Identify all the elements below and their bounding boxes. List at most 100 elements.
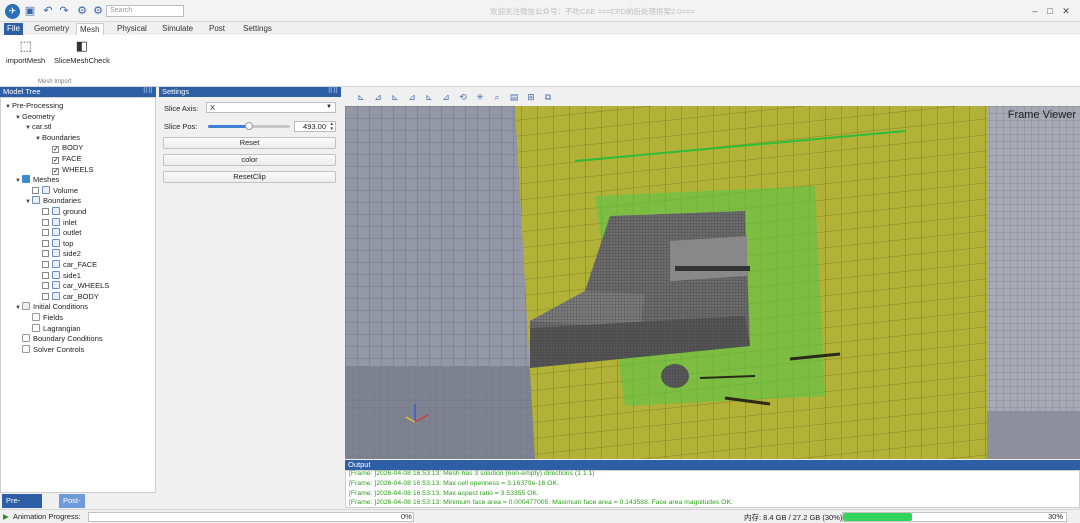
tree-item-pre-processing[interactable]: ▼Pre-Processing (5, 101, 63, 111)
settings-gear-icon[interactable]: ⚙ (75, 4, 89, 18)
view-plus-z-icon[interactable]: ⊾ (423, 91, 435, 103)
menu-geometry[interactable]: Geometry (31, 23, 72, 35)
tree-item-boundaries[interactable]: ▼Boundaries (25, 196, 81, 206)
menu-simulate[interactable]: Simulate (159, 23, 196, 35)
tools-gear-icon[interactable]: ⚙ (91, 4, 105, 18)
tree-item-outlet[interactable]: outlet (35, 228, 81, 238)
viewer-canvas[interactable] (345, 106, 1080, 459)
tree-item-volume[interactable]: Volume (25, 185, 78, 196)
view-plus-y-icon[interactable]: ⊾ (389, 91, 401, 103)
patch-icon (52, 291, 60, 300)
view-minus-z-icon[interactable]: ⊿ (440, 91, 452, 103)
redo-icon[interactable]: ↷ (57, 4, 71, 18)
maximize-icon[interactable]: □ (1043, 4, 1057, 18)
panel-grip-icon[interactable]: ⠿⠿ (143, 87, 153, 97)
spin-arrows-icon[interactable]: ▲ ▼ (330, 121, 334, 131)
tree-item-label: car_FACE (63, 260, 98, 269)
tree-item-side1[interactable]: side1 (35, 270, 81, 281)
tree-item-lagrangian[interactable]: Lagrangian (25, 323, 81, 334)
slice-mesh-check-button[interactable]: ◧ SliceMeshCheck (54, 38, 110, 65)
view-minus-x-icon[interactable]: ⊿ (372, 91, 384, 103)
fit-view-icon[interactable]: ✳ (474, 91, 486, 103)
mesh-floor-left-grid (345, 366, 545, 459)
tree-item-car-stl[interactable]: ▼car.stl (25, 122, 52, 132)
reset-clip-button[interactable]: ResetClip (163, 171, 336, 183)
visibility-checkbox[interactable] (42, 208, 49, 215)
output-panel[interactable]: [Frame: ]2026-04-08 16:53:13: Mesh has 3… (345, 470, 1080, 508)
tree-item-inlet[interactable]: inlet (35, 217, 77, 228)
close-icon[interactable]: ✕ (1059, 4, 1073, 18)
panel-grip-icon[interactable]: ⠿⠿ (328, 87, 338, 97)
menu-file[interactable]: File (4, 23, 23, 35)
visibility-checkbox[interactable] (42, 271, 49, 279)
tree-item-face[interactable]: ✓ FACE (45, 154, 82, 164)
visibility-checkbox[interactable]: ✓ (52, 157, 59, 164)
slice-pos-spinbox[interactable]: 493.00 ▲ ▼ (294, 121, 336, 132)
file-icon (32, 323, 40, 332)
visibility-checkbox[interactable] (42, 282, 49, 290)
expand-toggle-icon[interactable]: ▼ (15, 113, 22, 123)
tree-item-car-face[interactable]: car_FACE (35, 260, 97, 270)
visibility-checkbox[interactable] (42, 239, 49, 247)
tree-item-initial-conditions[interactable]: ▼ Initial Conditions (15, 302, 88, 312)
tree-item-fields[interactable]: Fields (25, 313, 63, 323)
tree-item-meshes[interactable]: ▼ Meshes (15, 175, 59, 185)
menu-post[interactable]: Post (206, 23, 228, 35)
minimize-icon[interactable]: – (1028, 4, 1042, 18)
view-minus-y-icon[interactable]: ⊿ (406, 91, 418, 103)
slice-pos-slider[interactable] (208, 122, 290, 130)
tree-item-wheels[interactable]: ✓ WHEELS (45, 165, 94, 175)
search-input[interactable]: Search (106, 5, 184, 17)
play-icon[interactable]: ▶ (3, 512, 9, 521)
frame-viewer[interactable]: Frame Viewer (345, 106, 1080, 459)
visibility-checkbox[interactable]: ✓ (52, 167, 59, 175)
expand-toggle-icon[interactable]: ▼ (15, 176, 22, 186)
tab-post-view[interactable]: Post-View (59, 494, 85, 519)
mesh-right-wall-grid (987, 106, 1080, 459)
visibility-checkbox[interactable]: ✓ (52, 146, 59, 154)
visibility-checkbox[interactable] (42, 218, 49, 226)
slice-axis-select[interactable]: X ▼ (206, 102, 336, 113)
visibility-checkbox[interactable] (42, 292, 49, 300)
tree-item-top[interactable]: top (35, 238, 73, 249)
visibility-checkbox[interactable] (32, 186, 39, 194)
patch-icon (52, 281, 60, 290)
menu-settings[interactable]: Settings (240, 23, 275, 35)
menu-mesh[interactable]: Mesh (76, 23, 104, 35)
screenshot-icon[interactable]: ⧉ (542, 91, 554, 103)
tree-item-car-body[interactable]: car_BODY (35, 291, 99, 302)
tree-item-geometry[interactable]: ▼Geometry (15, 112, 55, 122)
file-icon (32, 313, 40, 321)
tree-item-label: Lagrangian (43, 323, 81, 333)
tree-item-solver-controls[interactable]: Solver Controls (15, 344, 84, 355)
menu-physical[interactable]: Physical (114, 23, 150, 35)
expand-toggle-icon[interactable]: ▼ (25, 197, 32, 207)
view-plus-x-icon[interactable]: ⊾ (355, 91, 367, 103)
tree-item-boundary-conditions[interactable]: Boundary Conditions (15, 334, 103, 344)
undo-icon[interactable]: ↶ (41, 4, 55, 18)
expand-toggle-icon[interactable]: ▼ (35, 134, 42, 144)
slider-handle[interactable] (245, 122, 253, 130)
tree-item-boundaries[interactable]: ▼Boundaries (35, 133, 80, 143)
output-line: [Frame: ]2026-04-08 16:53:13: Minimum fa… (349, 499, 733, 506)
visibility-checkbox[interactable] (42, 261, 49, 268)
visibility-checkbox[interactable] (42, 250, 49, 258)
patch-icon (52, 270, 60, 279)
expand-toggle-icon[interactable]: ▼ (15, 303, 22, 313)
tree-item-ground[interactable]: ground (35, 207, 86, 217)
zoom-icon[interactable]: ⌕ (491, 91, 503, 103)
tree-item-side2[interactable]: side2 (35, 249, 81, 259)
visibility-checkbox[interactable] (42, 229, 49, 237)
color-button[interactable]: color (163, 154, 336, 166)
tree-item-car-wheels[interactable]: car_WHEELS (35, 281, 109, 291)
tab-pre-condition[interactable]: Pre-Condition (2, 494, 42, 519)
grid-icon[interactable]: ⊞ (525, 91, 537, 103)
rotate-icon[interactable]: ⟲ (457, 91, 469, 103)
zoom-box-icon[interactable]: ▤ (508, 91, 520, 103)
expand-toggle-icon[interactable]: ▼ (25, 123, 32, 133)
save-icon[interactable]: ▣ (23, 4, 37, 18)
tree-item-body[interactable]: ✓ BODY (45, 143, 83, 154)
import-mesh-button[interactable]: ⬚ importMesh (6, 38, 45, 65)
reset-button[interactable]: Reset (163, 137, 336, 149)
expand-toggle-icon[interactable]: ▼ (5, 102, 12, 112)
